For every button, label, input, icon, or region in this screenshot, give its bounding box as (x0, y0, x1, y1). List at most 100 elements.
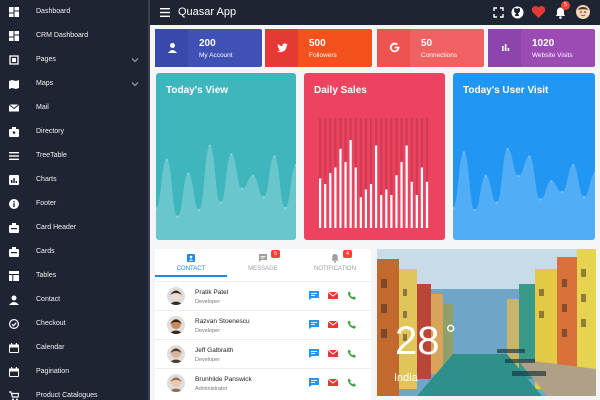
phone-icon[interactable] (347, 378, 357, 387)
avatar (167, 345, 185, 363)
sidebar-item-cards[interactable]: Cards (0, 240, 150, 264)
bar (425, 181, 429, 228)
tab-contact[interactable]: CONTACT (155, 249, 227, 275)
today-view-card: Today's View (156, 73, 296, 240)
phone-icon[interactable] (347, 349, 357, 358)
sidebar-item-mail[interactable]: Mail (0, 96, 150, 120)
list-icon (9, 152, 19, 160)
sidebar-item-treetable[interactable]: TreeTable (0, 144, 150, 168)
sidebar-item-label: Footer (36, 200, 57, 207)
stat-value: 500 (309, 38, 326, 49)
bar (354, 167, 357, 228)
chat-icon[interactable] (309, 349, 319, 358)
email-icon[interactable] (328, 320, 338, 329)
sidebar-item-directory[interactable]: Directory (0, 120, 150, 144)
tab-notification[interactable]: 4 NOTIFICATION (299, 249, 371, 275)
sidebar-item-pagination[interactable]: Pagination (0, 360, 150, 384)
sidebar-item-crm-dashboard[interactable]: CRM Dashboard (0, 24, 150, 48)
contact-row[interactable]: Pratik Patel Developer (155, 281, 371, 309)
card-icon (9, 223, 19, 233)
sidebar-item-tables[interactable]: Tables (0, 264, 150, 288)
data-point (571, 163, 575, 167)
bar (380, 195, 383, 228)
sidebar-item-footer[interactable]: Footer (0, 192, 150, 216)
user-visit-title: Today's User Visit (463, 85, 549, 96)
data-point (230, 153, 233, 156)
bar (420, 167, 424, 228)
sidebar-item-checkout[interactable]: Checkout (0, 312, 150, 336)
avatar (167, 287, 185, 305)
data-point (251, 174, 255, 177)
data-point (187, 172, 190, 175)
data-point (165, 158, 168, 161)
bar (395, 175, 398, 228)
sidebar-item-dashboard[interactable]: Dashboard (0, 0, 150, 24)
sidebar-item-label: Directory (36, 128, 65, 135)
google-icon (389, 42, 400, 53)
today-view-title: Today's View (166, 85, 229, 96)
chevron-down-icon (131, 58, 139, 63)
chat-icon[interactable] (309, 320, 319, 329)
phone-icon[interactable] (347, 320, 357, 329)
tab-message[interactable]: 5 MESSAGE (227, 249, 299, 275)
fullscreen-icon[interactable] (492, 6, 505, 19)
data-point (240, 187, 244, 190)
sidebar-item-label: CRM Dashboard (36, 32, 89, 39)
stat-card-website-visits[interactable]: 1020 Website Visits (488, 29, 595, 67)
top-header: Quasar App 5 (150, 0, 600, 25)
cart-icon (9, 391, 19, 400)
sidebar-item-maps[interactable]: Maps (0, 72, 150, 96)
data-point (517, 174, 520, 177)
notification-count-badge: 4 (343, 250, 352, 258)
bar (324, 184, 327, 228)
sidebar-item-card-header[interactable]: Card Header (0, 216, 150, 240)
sidebar-item-pages[interactable]: Pages (0, 48, 150, 72)
sidebar-item-contact[interactable]: Contact (0, 288, 150, 312)
bar (339, 148, 342, 228)
contact-row[interactable]: Jeff Galbraith Developer (155, 339, 371, 367)
sidebar-item-label: Tables (36, 272, 57, 279)
avatar (167, 374, 185, 392)
chat-icon[interactable] (309, 291, 319, 300)
email-icon[interactable] (328, 378, 338, 387)
heart-icon[interactable] (531, 5, 546, 19)
contacts-panel: CONTACT 5 MESSAGE 4 NOTIFICATION Pratik … (155, 249, 371, 400)
github-icon[interactable] (511, 6, 524, 19)
sidebar-scrollbar[interactable] (148, 0, 150, 400)
stat-label: Connections (421, 52, 458, 59)
email-icon[interactable] (328, 291, 338, 300)
sidebar-item-product-catalogues[interactable]: Product Catalogues (0, 384, 150, 400)
data-point (219, 201, 222, 204)
sidebar-item-label: Card Header (36, 224, 77, 231)
temperature-number: 28 (395, 319, 440, 363)
menu-icon[interactable] (160, 8, 170, 17)
degree-symbol: ° (445, 319, 456, 349)
email-icon[interactable] (328, 349, 338, 358)
bar-chart-icon (502, 44, 510, 51)
stat-card-connections[interactable]: 50 Connections (377, 29, 484, 67)
stat-card-my-account[interactable]: 200 My Account (155, 29, 262, 67)
sidebar-item-label: Pagination (36, 368, 70, 375)
tab-notification-label: NOTIFICATION (314, 266, 356, 272)
stat-card-followers[interactable]: 500 Followers (265, 29, 372, 67)
contact-name: Jeff Galbraith (195, 347, 234, 354)
sidebar-item-charts[interactable]: Charts (0, 168, 150, 192)
phone-icon[interactable] (347, 291, 357, 300)
user-avatar[interactable] (576, 5, 590, 19)
contact-row[interactable]: Razvan Stoenescu Developer (155, 310, 371, 338)
daily-sales-title: Daily Sales (314, 85, 367, 96)
bar (410, 181, 413, 228)
contact-role: Administrator (195, 386, 228, 392)
bar (400, 162, 403, 228)
chat-icon[interactable] (309, 378, 319, 387)
sidebar-item-calendar[interactable]: Calendar (0, 336, 150, 360)
person-icon (9, 295, 19, 305)
contact-row[interactable]: Brunhilde Panswick Administrator (155, 368, 371, 396)
stat-label: Website Visits (532, 52, 573, 59)
bar (319, 178, 322, 228)
data-point (197, 208, 201, 212)
data-point (506, 147, 509, 151)
message-badge: 5 (271, 250, 280, 258)
weather-location: India (394, 372, 418, 384)
contact-card-icon (187, 254, 195, 262)
